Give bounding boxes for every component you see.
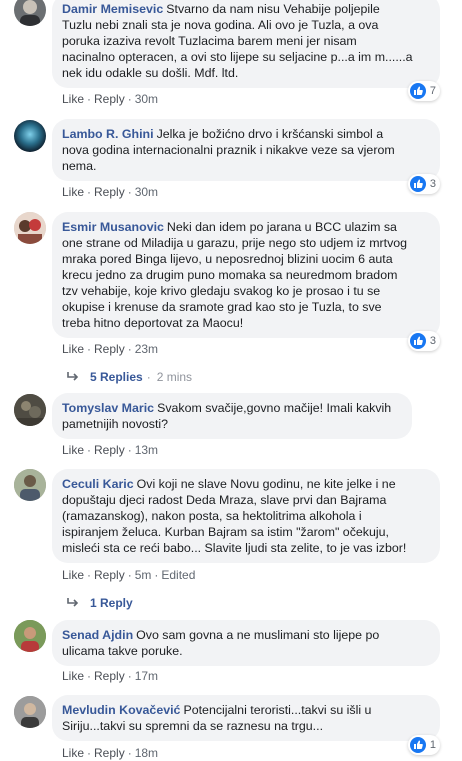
- comment-time[interactable]: 17m: [135, 669, 158, 683]
- reply-arrow-icon: [67, 598, 79, 607]
- comment-time[interactable]: 30m: [135, 92, 158, 106]
- view-replies[interactable]: 5 Replies · 2 mins: [66, 369, 192, 385]
- comment-bubble: Mevludin Kovačević Potencijalni teroristi…: [52, 695, 440, 741]
- comment-author[interactable]: Mevludin Kovačević: [62, 703, 180, 717]
- comment-time[interactable]: 5m: [135, 568, 152, 582]
- avatar[interactable]: [14, 696, 46, 728]
- avatar[interactable]: [14, 394, 46, 426]
- separator-dot: ·: [127, 568, 132, 582]
- like-reaction-icon: [409, 333, 426, 349]
- like-reaction-icon: [409, 83, 426, 99]
- like-reaction-icon: [409, 176, 426, 192]
- reaction-number: 7: [429, 85, 436, 97]
- comment-actions: Like · Reply · 17m: [62, 668, 158, 684]
- reaction-number: 1: [429, 739, 436, 751]
- comment-actions: Like · Reply · 5m · Edited: [62, 567, 195, 583]
- comment-actions: Like · Reply · 13m: [62, 442, 158, 458]
- comment-author[interactable]: Esmir Musanovic: [62, 220, 164, 234]
- separator-dot: ·: [127, 185, 132, 199]
- separator-dot: ·: [146, 370, 151, 384]
- separator-dot: ·: [87, 443, 92, 457]
- replies-count[interactable]: 1 Reply: [90, 595, 133, 611]
- reply-link[interactable]: Reply: [94, 342, 125, 356]
- reply-link[interactable]: Reply: [94, 185, 125, 199]
- comment-author[interactable]: Damir Memisevic: [62, 2, 163, 16]
- comment-bubble: Senad Ajdin Ovo sam govna a ne muslimani …: [52, 620, 440, 666]
- like-link[interactable]: Like: [62, 669, 84, 683]
- like-link[interactable]: Like: [62, 443, 84, 457]
- comment-text: Neki dan idem po jarana u BCC ulazim sa …: [62, 220, 408, 330]
- comment-bubble: Esmir Musanovic Neki dan idem po jarana u…: [52, 212, 440, 338]
- separator-dot: ·: [127, 342, 132, 356]
- reaction-number: 3: [429, 335, 436, 347]
- reply-link[interactable]: Reply: [94, 568, 125, 582]
- view-replies[interactable]: 1 Reply: [66, 595, 133, 611]
- separator-dot: ·: [87, 92, 92, 106]
- like-reaction-icon: [409, 737, 426, 753]
- avatar[interactable]: [14, 120, 46, 152]
- separator-dot: ·: [87, 185, 92, 199]
- comment-time[interactable]: 13m: [135, 443, 158, 457]
- reply-link[interactable]: Reply: [94, 669, 125, 683]
- separator-dot: ·: [87, 342, 92, 356]
- reaction-count[interactable]: 3: [407, 174, 440, 194]
- reaction-count[interactable]: 1: [407, 735, 440, 755]
- comment-bubble: Tomyslav Maric Svakom svačije,govno mačij…: [52, 393, 412, 439]
- comment-actions: Like · Reply · 23m: [62, 341, 158, 357]
- comment-actions: Like · Reply · 30m: [62, 184, 158, 200]
- comment-bubble: Lambo R. Ghini Jelka je božićno drvo i kr…: [52, 119, 440, 181]
- comment-actions: Like · Reply · 18m: [62, 745, 158, 761]
- replies-count[interactable]: 5 Replies: [90, 369, 143, 385]
- comment-author[interactable]: Senad Ajdin: [62, 628, 133, 642]
- avatar[interactable]: [14, 0, 46, 26]
- like-link[interactable]: Like: [62, 185, 84, 199]
- avatar[interactable]: [14, 469, 46, 501]
- separator-dot: ·: [154, 568, 159, 582]
- avatar[interactable]: [14, 212, 46, 244]
- comment-author[interactable]: Ceculi Karic: [62, 477, 134, 491]
- separator-dot: ·: [87, 568, 92, 582]
- reply-link[interactable]: Reply: [94, 443, 125, 457]
- comment-author[interactable]: Tomyslav Maric: [62, 401, 154, 415]
- separator-dot: ·: [127, 443, 132, 457]
- separator-dot: ·: [127, 669, 132, 683]
- comment-time[interactable]: 30m: [135, 185, 158, 199]
- like-link[interactable]: Like: [62, 342, 84, 356]
- separator-dot: ·: [87, 669, 92, 683]
- reply-arrow-icon: [67, 372, 79, 381]
- edited-label[interactable]: Edited: [161, 568, 195, 582]
- comment-bubble: Ceculi Karic Ovi koji ne slave Novu godin…: [52, 469, 440, 563]
- comment-time[interactable]: 23m: [135, 342, 158, 356]
- like-link[interactable]: Like: [62, 568, 84, 582]
- reaction-number: 3: [429, 178, 436, 190]
- like-link[interactable]: Like: [62, 92, 84, 106]
- avatar[interactable]: [14, 620, 46, 652]
- comment-actions: Like · Reply · 30m: [62, 91, 158, 107]
- reply-link[interactable]: Reply: [94, 92, 125, 106]
- comment-author[interactable]: Lambo R. Ghini: [62, 127, 154, 141]
- comment-bubble: Damir Memisevic Stvarno da nam nisu Vehab…: [52, 0, 440, 88]
- reaction-count[interactable]: 3: [407, 331, 440, 351]
- replies-time: 2 mins: [156, 370, 193, 384]
- reaction-count[interactable]: 7: [407, 81, 440, 101]
- separator-dot: ·: [127, 92, 132, 106]
